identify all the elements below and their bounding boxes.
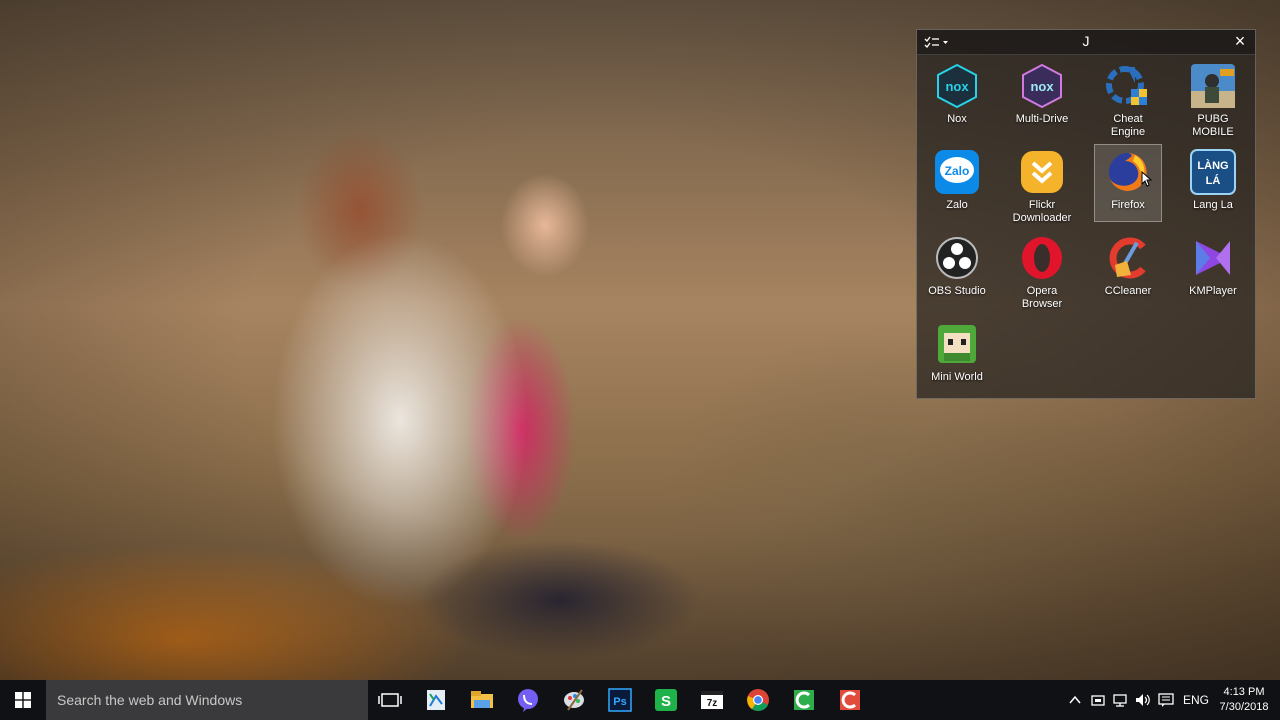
clock-date: 7/30/2018 [1219,701,1269,713]
cheat-engine-icon [1106,66,1147,105]
volume-icon[interactable] [1134,692,1152,708]
usb-device-icon[interactable] [1090,692,1106,708]
app-label: CCleaner [1104,285,1152,297]
app-cheat-engine[interactable]: Cheat Engine [1094,58,1162,138]
7zip-icon[interactable]: 7z [698,686,726,714]
app-fence-panel: J × nox Nox nox Multi-Drive Cheat Engine… [916,29,1256,399]
photoshop-icon[interactable]: Ps [606,686,634,714]
app-flickr-downloader[interactable]: Flickr Downloader [1008,144,1076,224]
task-view-icon[interactable] [376,686,404,714]
fence-header: J × [917,30,1255,55]
network-icon[interactable] [1112,692,1130,708]
app-nox[interactable]: nox Nox [923,58,991,136]
fence-title: J [1082,33,1090,49]
app-label: Nox [947,113,967,125]
clock[interactable]: 4:13 PM 7/30/2018 [1213,685,1275,715]
chevron-up-icon[interactable] [1068,694,1082,706]
search-placeholder: Search the web and Windows [57,692,243,708]
app-zalo[interactable]: Zalo Zalo [923,144,991,222]
app-label: Opera Browser [1021,285,1063,310]
svg-text:nox: nox [945,79,969,94]
search-input[interactable]: Search the web and Windows [46,680,368,720]
chrome-icon[interactable] [744,686,772,714]
kmplayer-icon [1196,241,1230,275]
svg-text:nox: nox [1030,79,1054,94]
opera-browser-icon [1022,237,1062,279]
cursor-icon [1141,171,1153,187]
nox-multi-drive-icon: nox [1022,63,1062,109]
app-mini-world[interactable]: Mini World [923,316,991,394]
app-label: Mini World [931,371,983,383]
svg-text:Zalo: Zalo [945,164,970,178]
app-label: Zalo [946,199,968,211]
app-label: Firefox [1111,199,1145,211]
svg-text:7z: 7z [707,698,718,709]
taskbar: Search the web and Windows Ps S 7z ENG 4… [0,680,1280,720]
language-indicator[interactable]: ENG [1183,693,1209,707]
camtasia-green-icon[interactable] [790,686,818,714]
ccleaner-icon [1109,237,1146,279]
app-label: Multi-Drive [1015,113,1069,125]
zalo-icon: Zalo [935,150,979,194]
app-label: OBS Studio [928,285,986,297]
windows-logo-icon [15,692,31,708]
flickr-downloader-icon [1021,151,1063,193]
obs-studio-icon [936,237,978,279]
app-label: PUBG MOBILE [1192,113,1234,138]
clock-time: 4:13 PM [1223,686,1265,698]
mini-world-icon [938,325,976,363]
app-pubg-mobile[interactable]: PUBG MOBILE [1179,58,1247,138]
app-obs-studio[interactable]: OBS Studio [923,230,991,308]
paint-icon[interactable] [560,686,588,714]
svg-text:LÀNG: LÀNG [1197,159,1228,172]
camtasia-red-icon[interactable] [836,686,864,714]
app-label: Lang La [1193,199,1233,211]
app-ccleaner[interactable]: CCleaner [1094,230,1162,308]
app-label: Cheat Engine [1110,113,1146,138]
app-lang-la[interactable]: LÀNG LÁ Lang La [1179,144,1247,222]
app-multi-drive[interactable]: nox Multi-Drive [1008,58,1076,136]
file-explorer-icon[interactable] [468,686,496,714]
app-kmplayer[interactable]: KMPlayer [1179,230,1247,308]
viber-icon[interactable] [514,686,542,714]
lang-la-icon: LÀNG LÁ [1190,149,1236,195]
svg-text:S: S [661,693,671,710]
app-label: Flickr Downloader [1012,199,1072,224]
close-icon[interactable]: × [1231,32,1249,50]
svg-text:Ps: Ps [613,696,626,708]
pubg-mobile-icon [1191,64,1235,108]
nox-icon: nox [937,63,977,109]
file-icon[interactable] [422,686,450,714]
app-label: KMPlayer [1189,285,1237,297]
svg-text:LÁ: LÁ [1206,174,1221,187]
notifications-icon[interactable] [1158,692,1174,708]
app-opera-browser[interactable]: Opera Browser [1008,230,1076,310]
start-button[interactable] [0,680,46,720]
green-s-app-icon[interactable]: S [652,686,680,714]
app-firefox[interactable]: Firefox [1094,144,1162,222]
